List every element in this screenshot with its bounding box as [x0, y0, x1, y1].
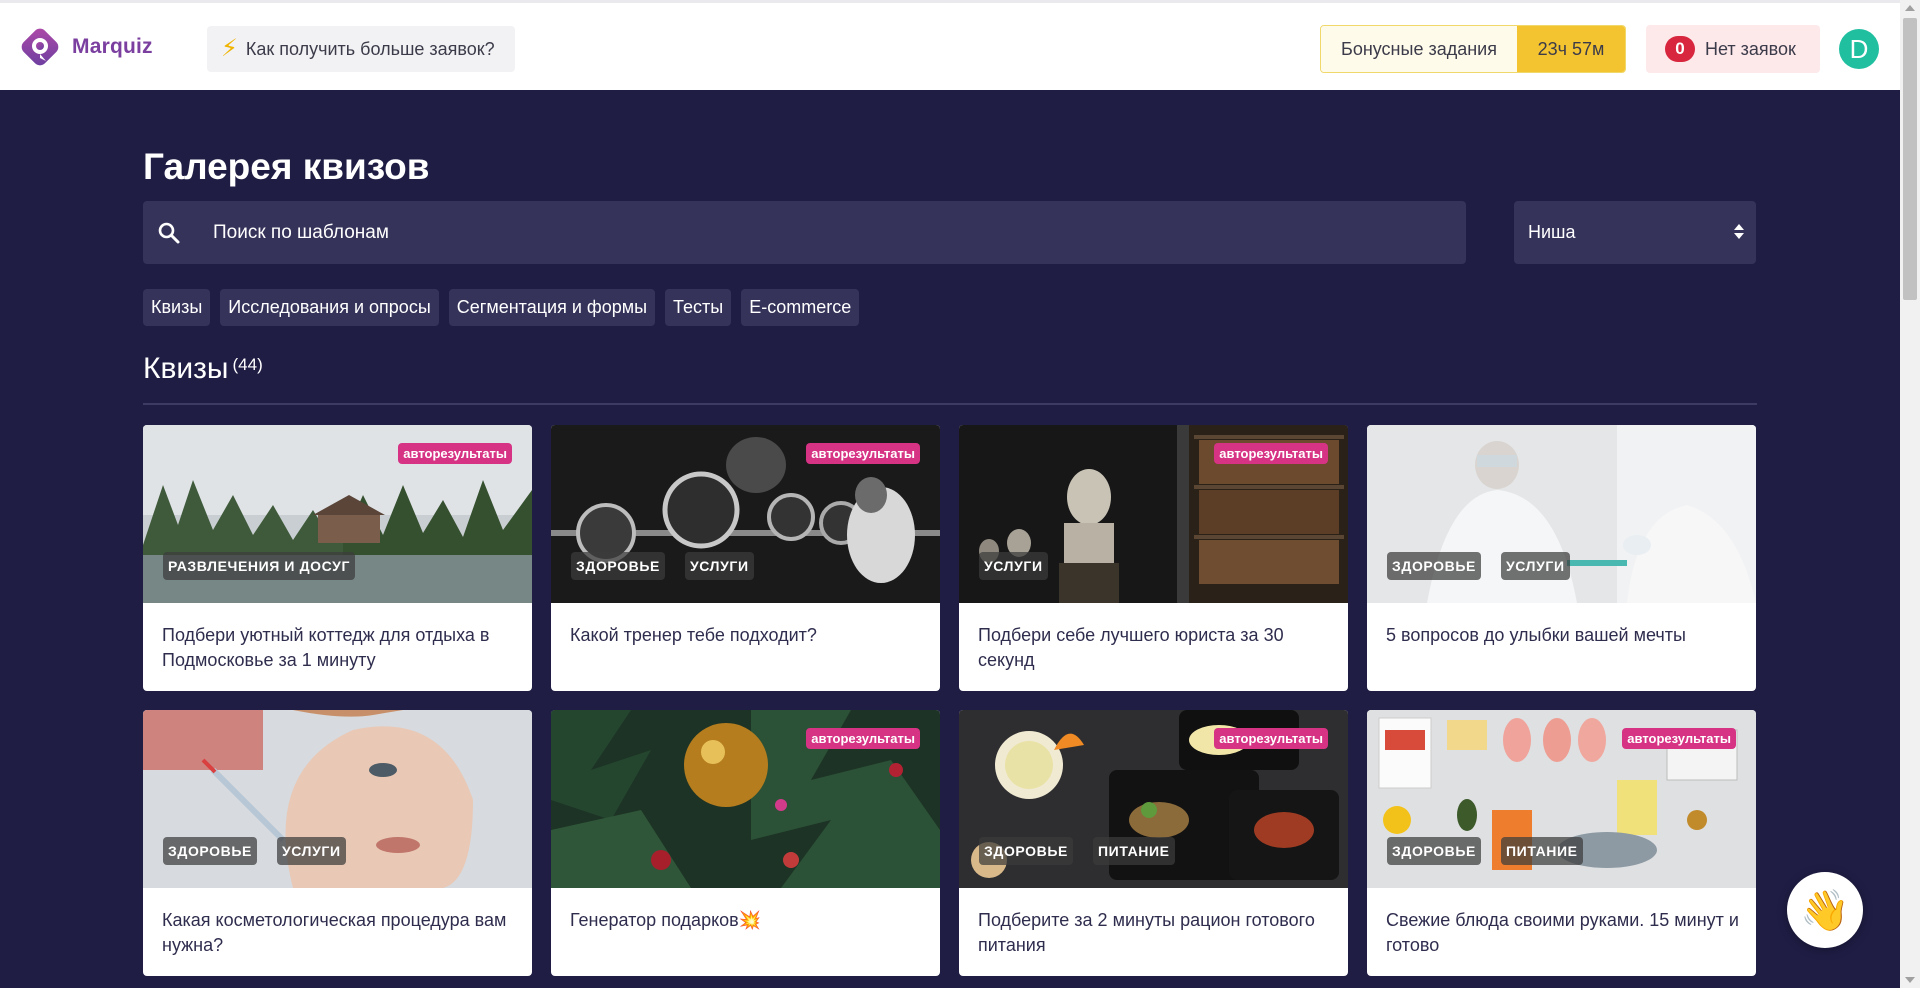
card-tag: РАЗВЛЕЧЕНИЯ И ДОСУГ: [163, 552, 355, 580]
card-tag: УСЛУГИ: [685, 552, 754, 580]
card-title: Подбери себе лучшего юриста за 30 секунд: [978, 625, 1284, 670]
section-heading: Квизы (44): [143, 352, 263, 386]
chip-tests[interactable]: Тесты: [665, 289, 732, 326]
card-tag: ЗДОРОВЬЕ: [1387, 837, 1481, 865]
category-chips: Квизы Исследования и опросы Сегментация …: [143, 289, 860, 326]
autoresults-badge: авторезультаты: [806, 728, 920, 749]
quiz-card[interactable]: авторезультаты ЗДОРОВЬЕ ПИТАНИЕ Свежие б…: [1367, 710, 1756, 976]
lightning-icon: ⚡: [221, 35, 238, 62]
chip-quizzes[interactable]: Квизы: [143, 289, 211, 326]
page-scrollbar[interactable]: [1900, 0, 1920, 988]
card-title: Подберите за 2 минуты рацион готового пи…: [978, 910, 1315, 955]
card-tags: ЗДОРОВЬЕ УСЛУГИ: [163, 837, 346, 865]
card-tag: ПИТАНИЕ: [1501, 837, 1583, 865]
card-title: Генератор подарков💥: [570, 910, 762, 930]
search-input[interactable]: [213, 221, 1413, 244]
card-tags: ЗДОРОВЬЕ УСЛУГИ: [1387, 552, 1570, 580]
chip-research-surveys[interactable]: Исследования и опросы: [220, 289, 439, 326]
bonus-label: Бонусные задания: [1321, 26, 1517, 72]
autoresults-badge: авторезультаты: [1214, 728, 1328, 749]
card-tags: РАЗВЛЕЧЕНИЯ И ДОСУГ: [163, 552, 355, 580]
card-title: 5 вопросов до улыбки вашей мечты: [1386, 625, 1686, 645]
leads-count-badge: 0: [1665, 36, 1695, 62]
card-tag: УСЛУГИ: [277, 837, 346, 865]
card-tags: УСЛУГИ: [979, 552, 1048, 580]
niche-select[interactable]: Ниша: [1514, 201, 1756, 264]
chat-support-button[interactable]: 👋: [1787, 872, 1863, 948]
top-header: Marquiz ⚡ Как получить больше заявок? Бо…: [0, 0, 1900, 90]
quiz-card[interactable]: авторезультаты РАЗВЛЕЧЕНИЯ И ДОСУГ Подбе…: [143, 425, 532, 691]
autoresults-badge: авторезультаты: [398, 443, 512, 464]
bonus-tasks-button[interactable]: Бонусные задания 23ч 57м: [1320, 25, 1626, 73]
section-title: Квизы: [143, 352, 229, 385]
how-to-label: Как получить больше заявок?: [245, 38, 495, 59]
autoresults-badge: авторезультаты: [1214, 443, 1328, 464]
niche-select-value: Ниша: [1528, 222, 1576, 242]
card-tag: ПИТАНИЕ: [1093, 837, 1175, 865]
card-tag: ЗДОРОВЬЕ: [1387, 552, 1481, 580]
quiz-card[interactable]: авторезультаты Генератор подарков💥: [551, 710, 940, 976]
chip-ecommerce[interactable]: E-commerce: [741, 289, 860, 326]
leads-button[interactable]: 0 Нет заявок: [1646, 25, 1820, 73]
card-tags: ЗДОРОВЬЕ УСЛУГИ: [571, 552, 754, 580]
user-avatar[interactable]: D: [1839, 29, 1879, 69]
section-divider: [143, 403, 1757, 405]
section-count: (44): [232, 355, 263, 374]
quiz-card[interactable]: авторезультаты ЗДОРОВЬЕ ПИТАНИЕ Подберит…: [959, 710, 1348, 976]
card-title: Свежие блюда своими руками. 15 минут и г…: [1386, 910, 1739, 955]
quiz-card[interactable]: ЗДОРОВЬЕ УСЛУГИ Какая косметологическая …: [143, 710, 532, 976]
card-tag: ЗДОРОВЬЕ: [979, 837, 1073, 865]
logo-text: Marquiz: [72, 35, 153, 58]
leads-label: Нет заявок: [1705, 38, 1796, 59]
card-title: Какая косметологическая процедура вам ну…: [162, 910, 507, 955]
marquiz-logo[interactable]: Marquiz: [18, 25, 153, 69]
page-title: Галерея квизов: [143, 146, 430, 187]
card-title: Подбери уютный коттедж для отдыха в Подм…: [162, 625, 490, 670]
card-tags: ЗДОРОВЬЕ ПИТАНИЕ: [1387, 837, 1583, 865]
scroll-down-arrow-icon[interactable]: [1905, 977, 1915, 983]
card-tags: ЗДОРОВЬЕ ПИТАНИЕ: [979, 837, 1175, 865]
waving-hand-icon: 👋: [1800, 888, 1850, 933]
search-icon: [158, 222, 180, 243]
card-tag: ЗДОРОВЬЕ: [571, 552, 665, 580]
marquiz-logo-icon: [21, 28, 59, 66]
scroll-up-arrow-icon[interactable]: [1905, 5, 1915, 11]
how-to-get-more-leads-button[interactable]: ⚡ Как получить больше заявок?: [207, 26, 515, 72]
autoresults-badge: авторезультаты: [806, 443, 920, 464]
autoresults-badge: авторезультаты: [1622, 728, 1736, 749]
chip-segmentation-forms[interactable]: Сегментация и формы: [448, 289, 656, 326]
quiz-card[interactable]: авторезультаты УСЛУГИ Подбери себе лучше…: [959, 425, 1348, 691]
card-tag: ЗДОРОВЬЕ: [163, 837, 257, 865]
bonus-timer: 23ч 57м: [1517, 26, 1625, 72]
quiz-card[interactable]: авторезультаты ЗДОРОВЬЕ УСЛУГИ Какой тре…: [551, 425, 940, 691]
card-title: Какой тренер тебе подходит?: [570, 625, 817, 645]
scroll-thumb[interactable]: [1903, 18, 1917, 300]
search-bar[interactable]: [143, 201, 1466, 264]
card-tag: УСЛУГИ: [1501, 552, 1570, 580]
card-tag: УСЛУГИ: [979, 552, 1048, 580]
select-arrows-icon: [1734, 224, 1744, 239]
quiz-card[interactable]: ЗДОРОВЬЕ УСЛУГИ 5 вопросов до улыбки ваш…: [1367, 425, 1756, 691]
